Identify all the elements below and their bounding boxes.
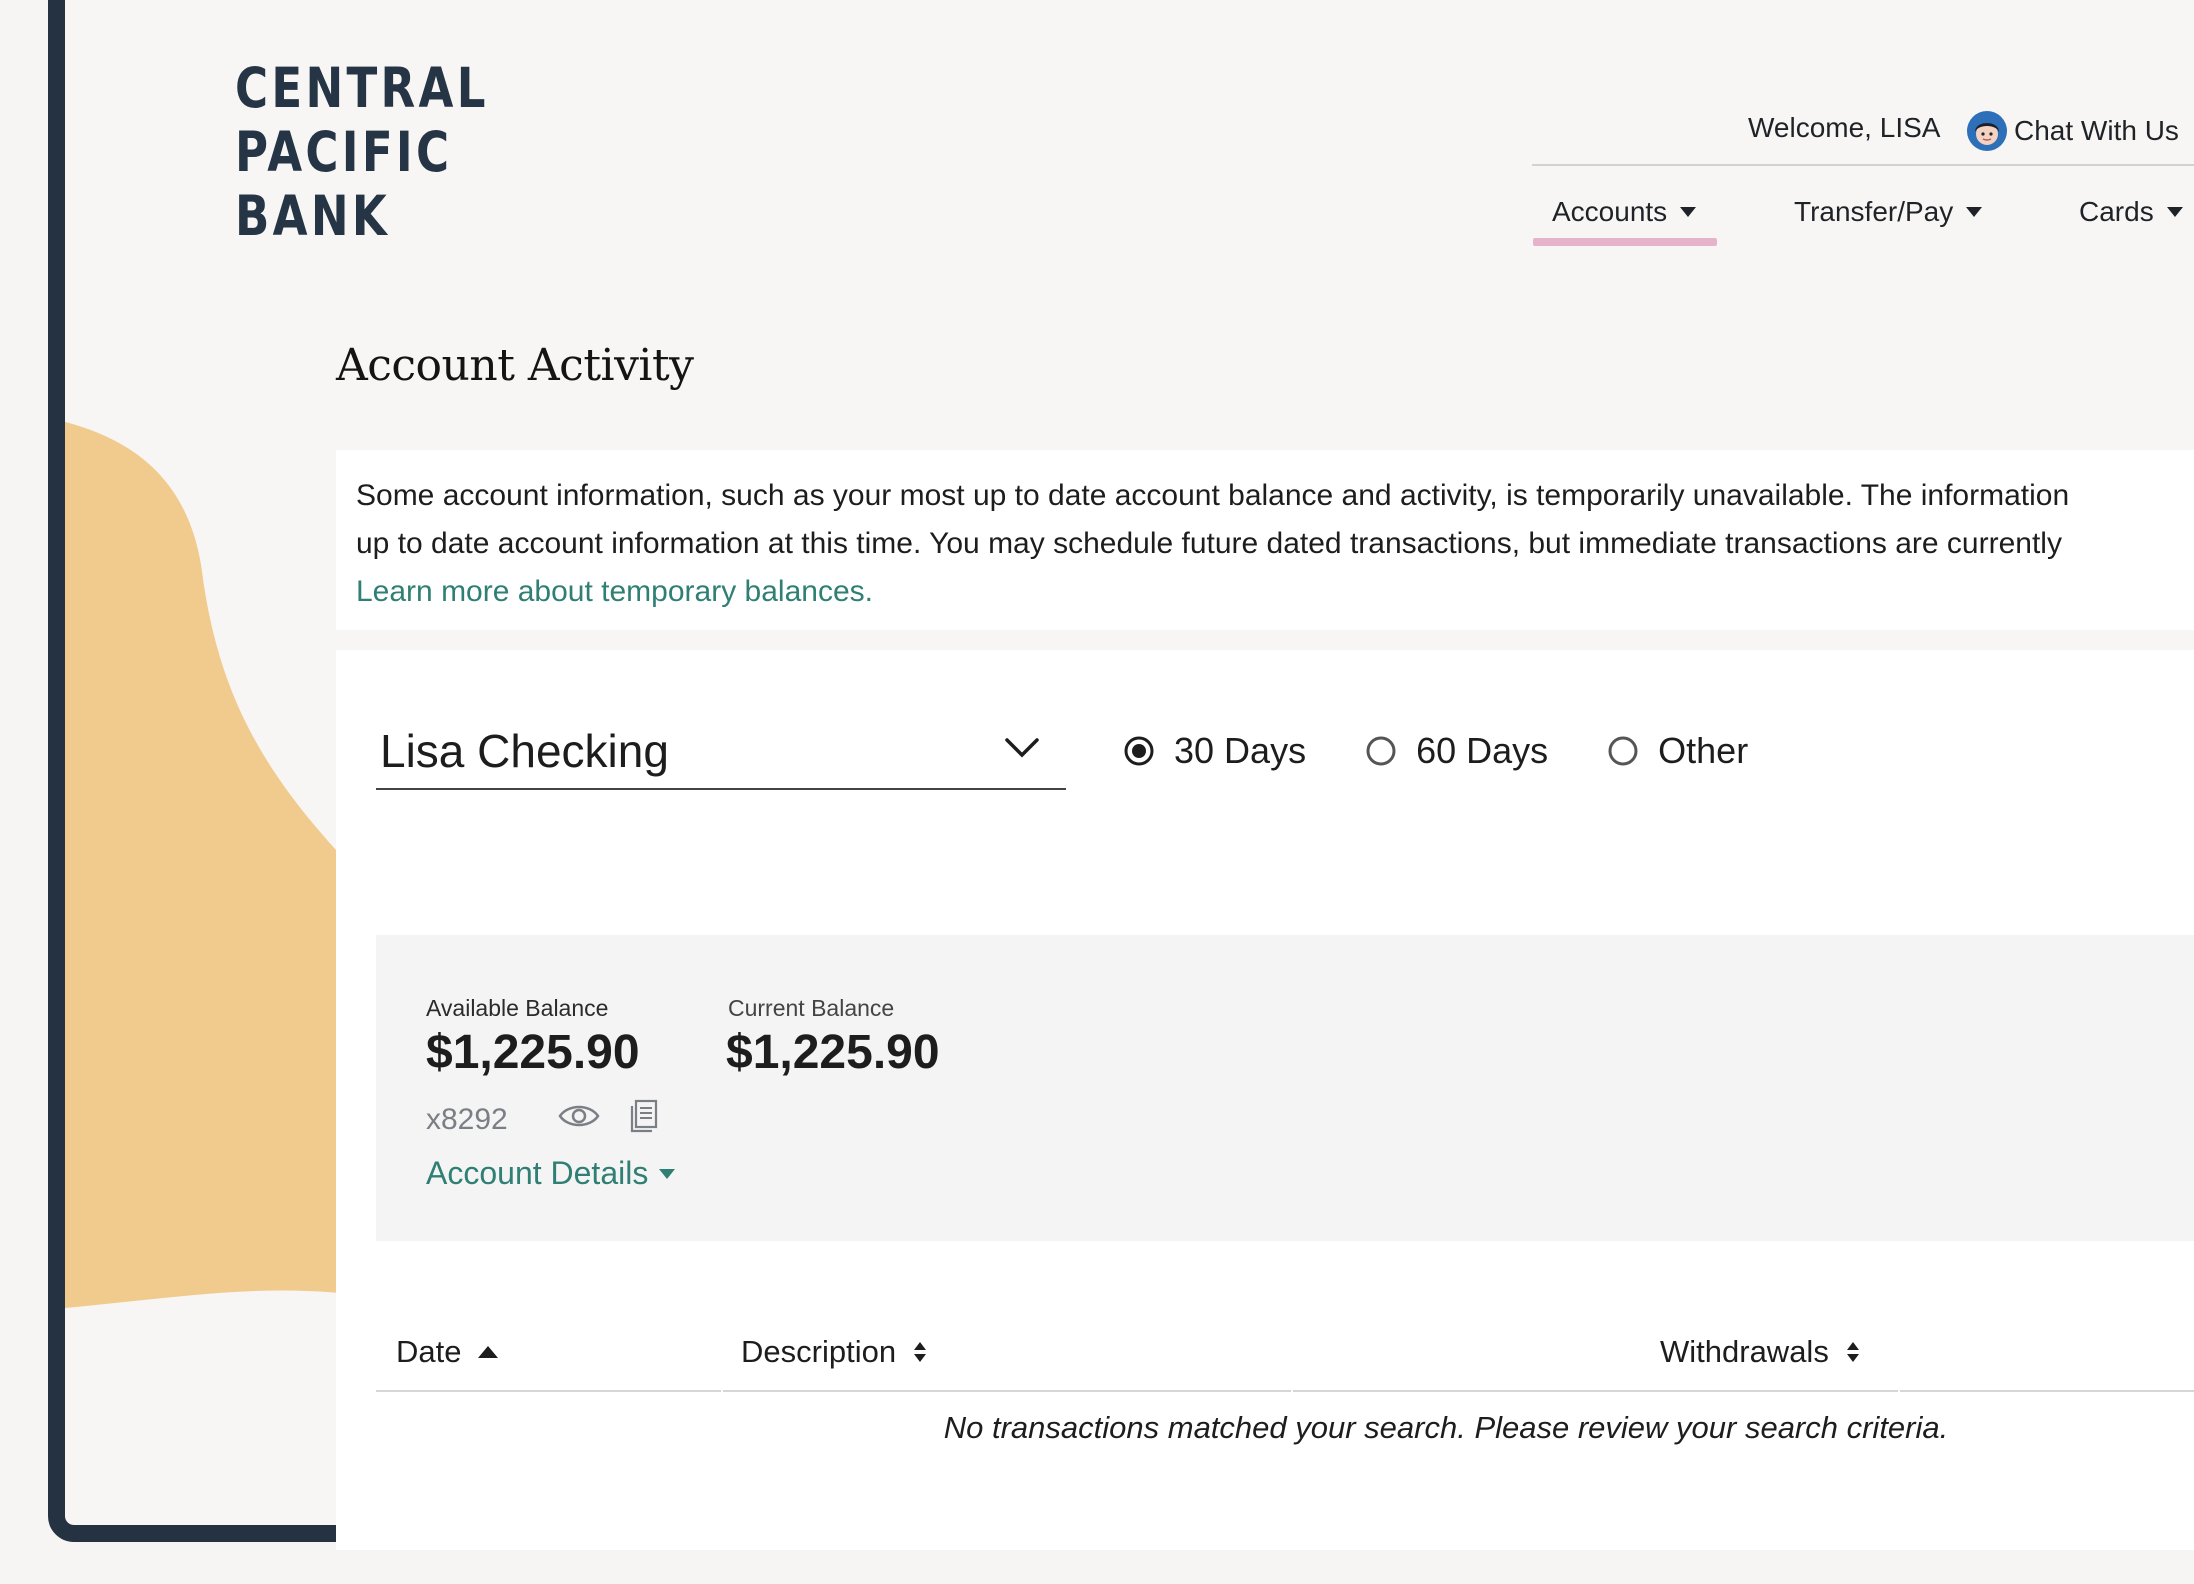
sort-icon <box>914 1342 927 1362</box>
empty-transactions-message: No transactions matched your search. Ple… <box>943 1410 1949 1445</box>
nav-transfer-pay-label: Transfer/Pay <box>1794 196 1954 227</box>
radio-label: Other <box>1658 730 1749 771</box>
temporary-balances-link[interactable]: Learn more about temporary balances. <box>356 575 873 608</box>
column-divider <box>1291 1388 1293 1400</box>
column-date[interactable]: Date <box>396 1334 499 1370</box>
bank-logo[interactable]: CENTRAL PACIFIC BANK <box>235 56 489 248</box>
radio-label: 30 Days <box>1174 730 1307 771</box>
chat-label: Chat With Us <box>2014 115 2179 146</box>
current-balance-value: $1,225.90 <box>726 1026 940 1079</box>
current-balance-label: Current Balance <box>728 995 895 1021</box>
nav-accounts[interactable]: Accounts <box>1552 196 1697 228</box>
chat-avatar-icon <box>1967 111 2007 151</box>
account-details-link[interactable]: Account Details <box>426 1155 676 1192</box>
account-activity-card: Lisa Checking 30 Days 60 Days Other Avai… <box>336 650 2194 1550</box>
caret-down-icon <box>1680 207 1697 217</box>
account-number: x8292 <box>426 1103 508 1136</box>
logo-line: BANK <box>235 184 391 248</box>
account-select-value: Lisa Checking <box>380 725 669 777</box>
radio-60-days[interactable]: 60 Days <box>1366 730 1548 772</box>
radio-icon <box>1608 736 1638 766</box>
available-balance-label: Available Balance <box>426 995 609 1021</box>
column-divider <box>1898 1388 1900 1400</box>
eye-icon[interactable] <box>558 1101 600 1131</box>
column-withdrawals[interactable]: Withdrawals <box>1660 1334 1861 1370</box>
account-details-label: Account Details <box>426 1155 649 1191</box>
caret-down-icon <box>2166 207 2183 217</box>
sort-icon <box>1846 1342 1859 1362</box>
column-label: Withdrawals <box>1660 1334 1829 1369</box>
caret-down-icon <box>1966 207 1983 217</box>
balance-summary: Available Balance $1,225.90 Current Bala… <box>376 935 2194 1241</box>
radio-label: 60 Days <box>1416 730 1549 771</box>
chat-with-us-link[interactable]: Chat With Us <box>1966 108 2179 154</box>
logo-line: PACIFIC <box>235 120 453 184</box>
column-label: Description <box>741 1334 897 1369</box>
nav-transfer-pay[interactable]: Transfer/Pay <box>1794 196 1983 228</box>
document-icon[interactable] <box>630 1099 660 1133</box>
nav-active-underline <box>1533 238 1717 246</box>
transactions-table-header: Date Description Withdrawals <box>376 1310 2194 1400</box>
chevron-down-icon <box>1005 738 1039 758</box>
column-description[interactable]: Description <box>741 1334 928 1370</box>
page-title: Account Activity <box>336 340 694 391</box>
sort-asc-icon <box>478 1346 499 1358</box>
nav-accounts-label: Accounts <box>1552 196 1668 227</box>
radio-other[interactable]: Other <box>1608 730 1748 772</box>
notice-line: up to date account information at this t… <box>356 527 2062 560</box>
notice-line: Some account information, such as your m… <box>356 479 2070 512</box>
period-radio-group: 30 Days 60 Days Other <box>1124 730 1808 772</box>
decorative-blob <box>65 421 383 1308</box>
nav-cards-label: Cards <box>2079 196 2154 227</box>
column-divider <box>721 1388 723 1400</box>
available-balance-value: $1,225.90 <box>426 1026 640 1079</box>
radio-selected-icon <box>1124 736 1154 766</box>
logo-line: CENTRAL <box>235 56 489 120</box>
account-select[interactable]: Lisa Checking <box>376 718 1066 790</box>
welcome-text: Welcome, LISA <box>1748 112 1941 143</box>
radio-30-days[interactable]: 30 Days <box>1124 730 1306 772</box>
radio-icon <box>1366 736 1396 766</box>
nav-cards[interactable]: Cards <box>2079 196 2184 228</box>
column-label: Date <box>396 1334 462 1369</box>
caret-down-icon <box>659 1168 676 1179</box>
temporary-balance-notice: Some account information, such as your m… <box>336 450 2194 630</box>
